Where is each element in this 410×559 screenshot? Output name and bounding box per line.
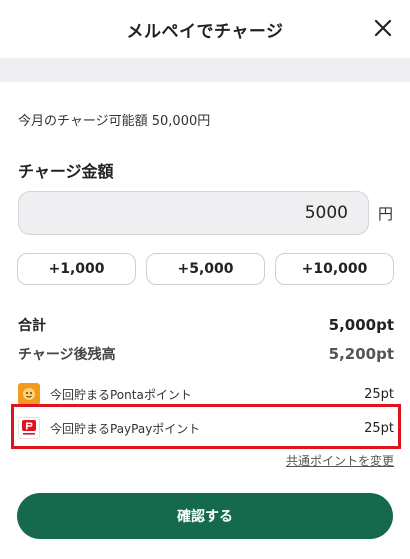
ponta-point-value: 25pt: [364, 386, 394, 402]
total-row: 合計 5,000pt: [18, 314, 394, 336]
ponta-icon: [18, 383, 40, 405]
change-common-point-link[interactable]: 共通ポイントを変更: [286, 452, 394, 469]
charge-amount-title: チャージ金額: [18, 162, 114, 181]
divider-band: [0, 58, 410, 82]
header: メルペイでチャージ: [0, 0, 410, 58]
charge-amount-input[interactable]: 5000: [18, 191, 369, 235]
add-1000-button[interactable]: +1,000: [17, 253, 136, 285]
add-10000-button[interactable]: +10,000: [275, 253, 394, 285]
close-button[interactable]: [370, 15, 396, 41]
balance-label: チャージ後残高: [18, 347, 116, 363]
add-5000-button[interactable]: +5,000: [146, 253, 265, 285]
confirm-button[interactable]: 確認する: [17, 493, 393, 539]
close-icon: [374, 19, 392, 37]
paypay-highlight-frame: [11, 404, 401, 449]
page-title: メルペイでチャージ: [126, 21, 284, 42]
balance-row: チャージ後残高 5,200pt: [18, 342, 394, 366]
amount-unit-label: 円: [378, 205, 394, 223]
charge-amount-value: 5000: [304, 203, 348, 223]
ponta-point-name: 今回貯まるPontaポイント: [50, 387, 192, 402]
charge-limit-text: 今月のチャージ可能額 50,000円: [18, 114, 211, 129]
total-value: 5,000pt: [328, 316, 394, 334]
balance-value: 5,200pt: [328, 345, 394, 363]
total-label: 合計: [18, 318, 46, 334]
